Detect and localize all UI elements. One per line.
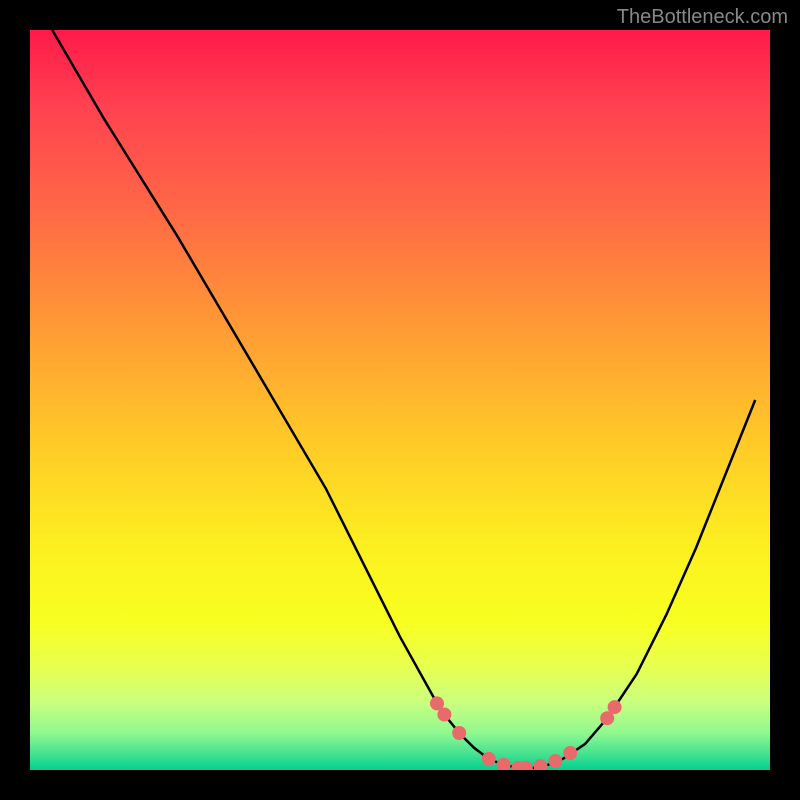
chart-gradient-background [30,30,770,770]
attribution-text: TheBottleneck.com [617,6,788,29]
